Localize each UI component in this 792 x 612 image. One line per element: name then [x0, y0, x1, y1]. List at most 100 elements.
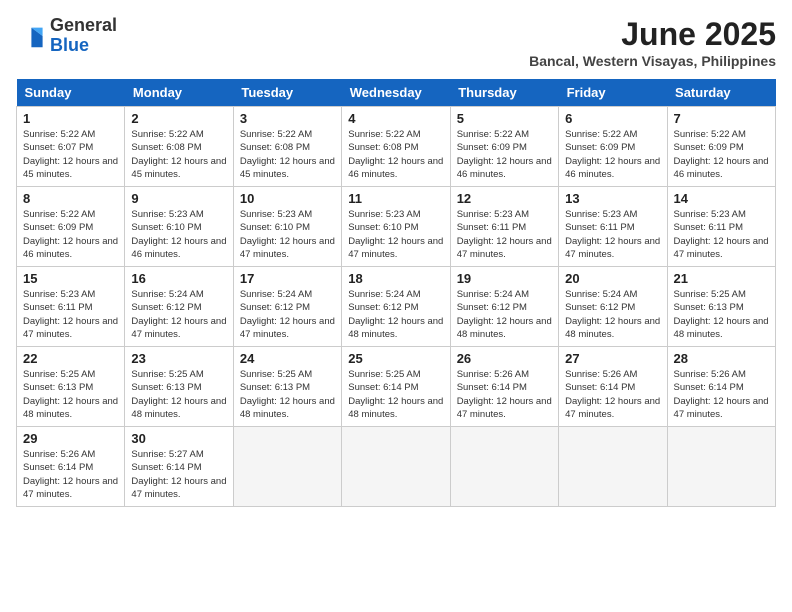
day-number: 16: [131, 271, 226, 286]
week-row-1: 1 Sunrise: 5:22 AMSunset: 6:07 PMDayligh…: [17, 107, 776, 187]
day-info: Sunrise: 5:24 AMSunset: 6:12 PMDaylight:…: [131, 289, 226, 340]
day-cell: 16 Sunrise: 5:24 AMSunset: 6:12 PMDaylig…: [125, 267, 233, 347]
day-info: Sunrise: 5:26 AMSunset: 6:14 PMDaylight:…: [674, 369, 769, 420]
day-info: Sunrise: 5:24 AMSunset: 6:12 PMDaylight:…: [240, 289, 335, 340]
day-cell: 13 Sunrise: 5:23 AMSunset: 6:11 PMDaylig…: [559, 187, 667, 267]
week-row-5: 29 Sunrise: 5:26 AMSunset: 6:14 PMDaylig…: [17, 427, 776, 507]
day-number: 8: [23, 191, 118, 206]
day-number: 2: [131, 111, 226, 126]
day-info: Sunrise: 5:22 AMSunset: 6:08 PMDaylight:…: [348, 129, 443, 180]
calendar-table: SundayMondayTuesdayWednesdayThursdayFrid…: [16, 79, 776, 507]
day-cell: [342, 427, 450, 507]
day-cell: 1 Sunrise: 5:22 AMSunset: 6:07 PMDayligh…: [17, 107, 125, 187]
day-cell: 23 Sunrise: 5:25 AMSunset: 6:13 PMDaylig…: [125, 347, 233, 427]
day-cell: [233, 427, 341, 507]
header-sunday: Sunday: [17, 79, 125, 107]
day-number: 20: [565, 271, 660, 286]
day-info: Sunrise: 5:23 AMSunset: 6:11 PMDaylight:…: [565, 209, 660, 260]
day-cell: 7 Sunrise: 5:22 AMSunset: 6:09 PMDayligh…: [667, 107, 775, 187]
day-cell: 26 Sunrise: 5:26 AMSunset: 6:14 PMDaylig…: [450, 347, 558, 427]
day-cell: 29 Sunrise: 5:26 AMSunset: 6:14 PMDaylig…: [17, 427, 125, 507]
logo-general: General: [50, 15, 117, 35]
day-number: 7: [674, 111, 769, 126]
day-cell: 17 Sunrise: 5:24 AMSunset: 6:12 PMDaylig…: [233, 267, 341, 347]
day-info: Sunrise: 5:25 AMSunset: 6:14 PMDaylight:…: [348, 369, 443, 420]
day-number: 25: [348, 351, 443, 366]
day-info: Sunrise: 5:22 AMSunset: 6:09 PMDaylight:…: [457, 129, 552, 180]
day-info: Sunrise: 5:25 AMSunset: 6:13 PMDaylight:…: [131, 369, 226, 420]
day-number: 28: [674, 351, 769, 366]
header-thursday: Thursday: [450, 79, 558, 107]
day-info: Sunrise: 5:22 AMSunset: 6:09 PMDaylight:…: [674, 129, 769, 180]
day-info: Sunrise: 5:25 AMSunset: 6:13 PMDaylight:…: [23, 369, 118, 420]
day-info: Sunrise: 5:24 AMSunset: 6:12 PMDaylight:…: [348, 289, 443, 340]
header-saturday: Saturday: [667, 79, 775, 107]
week-row-4: 22 Sunrise: 5:25 AMSunset: 6:13 PMDaylig…: [17, 347, 776, 427]
day-info: Sunrise: 5:23 AMSunset: 6:10 PMDaylight:…: [240, 209, 335, 260]
day-info: Sunrise: 5:25 AMSunset: 6:13 PMDaylight:…: [674, 289, 769, 340]
day-info: Sunrise: 5:26 AMSunset: 6:14 PMDaylight:…: [565, 369, 660, 420]
day-info: Sunrise: 5:25 AMSunset: 6:13 PMDaylight:…: [240, 369, 335, 420]
day-number: 13: [565, 191, 660, 206]
day-number: 24: [240, 351, 335, 366]
header-monday: Monday: [125, 79, 233, 107]
day-number: 27: [565, 351, 660, 366]
title-area: June 2025 Bancal, Western Visayas, Phili…: [529, 16, 776, 69]
day-number: 3: [240, 111, 335, 126]
day-number: 18: [348, 271, 443, 286]
day-info: Sunrise: 5:23 AMSunset: 6:11 PMDaylight:…: [674, 209, 769, 260]
day-number: 17: [240, 271, 335, 286]
day-cell: 24 Sunrise: 5:25 AMSunset: 6:13 PMDaylig…: [233, 347, 341, 427]
day-info: Sunrise: 5:23 AMSunset: 6:11 PMDaylight:…: [457, 209, 552, 260]
day-number: 5: [457, 111, 552, 126]
logo-blue: Blue: [50, 35, 89, 55]
day-info: Sunrise: 5:22 AMSunset: 6:09 PMDaylight:…: [565, 129, 660, 180]
day-number: 12: [457, 191, 552, 206]
day-number: 9: [131, 191, 226, 206]
month-title: June 2025: [529, 16, 776, 53]
day-number: 10: [240, 191, 335, 206]
day-cell: 4 Sunrise: 5:22 AMSunset: 6:08 PMDayligh…: [342, 107, 450, 187]
day-cell: 3 Sunrise: 5:22 AMSunset: 6:08 PMDayligh…: [233, 107, 341, 187]
day-cell: 5 Sunrise: 5:22 AMSunset: 6:09 PMDayligh…: [450, 107, 558, 187]
day-number: 6: [565, 111, 660, 126]
day-info: Sunrise: 5:24 AMSunset: 6:12 PMDaylight:…: [457, 289, 552, 340]
location: Bancal, Western Visayas, Philippines: [529, 53, 776, 69]
day-info: Sunrise: 5:22 AMSunset: 6:07 PMDaylight:…: [23, 129, 118, 180]
day-cell: 8 Sunrise: 5:22 AMSunset: 6:09 PMDayligh…: [17, 187, 125, 267]
day-cell: 10 Sunrise: 5:23 AMSunset: 6:10 PMDaylig…: [233, 187, 341, 267]
day-number: 15: [23, 271, 118, 286]
day-info: Sunrise: 5:24 AMSunset: 6:12 PMDaylight:…: [565, 289, 660, 340]
day-number: 11: [348, 191, 443, 206]
day-cell: 18 Sunrise: 5:24 AMSunset: 6:12 PMDaylig…: [342, 267, 450, 347]
day-cell: 9 Sunrise: 5:23 AMSunset: 6:10 PMDayligh…: [125, 187, 233, 267]
logo: General Blue: [16, 16, 117, 56]
day-cell: [667, 427, 775, 507]
day-cell: 11 Sunrise: 5:23 AMSunset: 6:10 PMDaylig…: [342, 187, 450, 267]
day-info: Sunrise: 5:26 AMSunset: 6:14 PMDaylight:…: [23, 449, 118, 500]
day-cell: 19 Sunrise: 5:24 AMSunset: 6:12 PMDaylig…: [450, 267, 558, 347]
header-wednesday: Wednesday: [342, 79, 450, 107]
header-tuesday: Tuesday: [233, 79, 341, 107]
header-friday: Friday: [559, 79, 667, 107]
day-info: Sunrise: 5:22 AMSunset: 6:08 PMDaylight:…: [131, 129, 226, 180]
day-cell: 27 Sunrise: 5:26 AMSunset: 6:14 PMDaylig…: [559, 347, 667, 427]
day-cell: 20 Sunrise: 5:24 AMSunset: 6:12 PMDaylig…: [559, 267, 667, 347]
day-number: 14: [674, 191, 769, 206]
day-number: 22: [23, 351, 118, 366]
day-number: 1: [23, 111, 118, 126]
day-info: Sunrise: 5:26 AMSunset: 6:14 PMDaylight:…: [457, 369, 552, 420]
day-cell: 12 Sunrise: 5:23 AMSunset: 6:11 PMDaylig…: [450, 187, 558, 267]
day-number: 26: [457, 351, 552, 366]
day-number: 23: [131, 351, 226, 366]
logo-icon: [16, 22, 44, 50]
day-number: 19: [457, 271, 552, 286]
day-info: Sunrise: 5:22 AMSunset: 6:09 PMDaylight:…: [23, 209, 118, 260]
day-number: 21: [674, 271, 769, 286]
day-info: Sunrise: 5:23 AMSunset: 6:10 PMDaylight:…: [348, 209, 443, 260]
week-row-3: 15 Sunrise: 5:23 AMSunset: 6:11 PMDaylig…: [17, 267, 776, 347]
day-cell: 2 Sunrise: 5:22 AMSunset: 6:08 PMDayligh…: [125, 107, 233, 187]
logo-text: General Blue: [50, 16, 117, 56]
header-row: SundayMondayTuesdayWednesdayThursdayFrid…: [17, 79, 776, 107]
day-cell: 28 Sunrise: 5:26 AMSunset: 6:14 PMDaylig…: [667, 347, 775, 427]
